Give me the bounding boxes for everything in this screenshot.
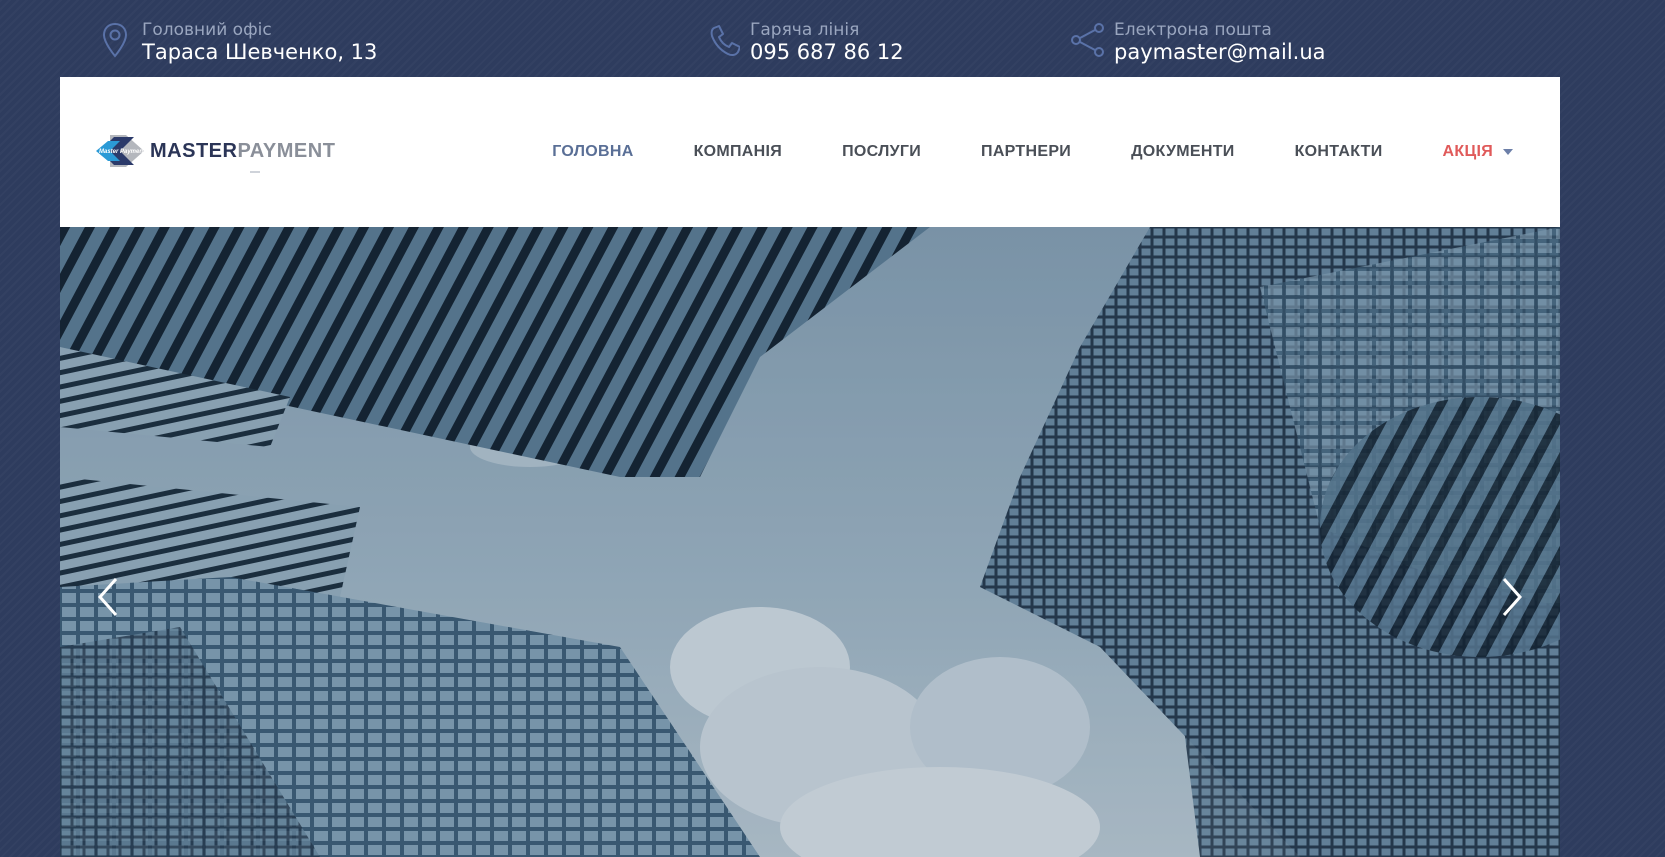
hero-slider xyxy=(60,227,1560,857)
logo[interactable]: Master Payment MASTERPAYMENT xyxy=(96,131,335,171)
phone-label: Гаряча лінія xyxy=(750,20,860,40)
office-address: Тараса Шевченко, 13 xyxy=(142,40,378,64)
logo-badge-text: Master Payment xyxy=(99,149,146,155)
logo-underline xyxy=(250,171,260,173)
email-info: Електрона пошта paymaster@mail.ua xyxy=(1070,20,1326,64)
chevron-left-icon[interactable] xyxy=(94,575,124,619)
nav-item-company[interactable]: КОМПАНІЯ xyxy=(694,143,783,161)
nav-item-promo[interactable]: АКЦІЯ xyxy=(1443,143,1513,161)
email-address[interactable]: paymaster@mail.ua xyxy=(1114,40,1326,64)
logo-word-payment: PAYMENT xyxy=(237,139,336,162)
chevron-right-icon[interactable] xyxy=(1496,575,1526,619)
office-info: Головний офіс Тараса Шевченко, 13 xyxy=(98,20,377,64)
map-pin-icon xyxy=(102,22,128,58)
nav-item-contacts[interactable]: КОНТАКТИ xyxy=(1295,143,1383,161)
top-info-bar: Головний офіс Тараса Шевченко, 13 Гаряча… xyxy=(0,0,1665,77)
hero-image xyxy=(60,227,1560,857)
nav-item-documents[interactable]: ДОКУМЕНТИ xyxy=(1131,143,1235,161)
phone-info: Гаряча лінія 095 687 86 12 xyxy=(706,20,904,64)
phone-number[interactable]: 095 687 86 12 xyxy=(750,40,904,64)
logo-word-master: MASTER xyxy=(150,139,238,162)
caret-down-icon xyxy=(1503,149,1513,155)
logo-wordmark: MASTERPAYMENT xyxy=(150,140,335,163)
logo-mark-icon: Master Payment xyxy=(96,135,146,167)
phone-icon xyxy=(710,25,740,57)
main-nav: ГОЛОВНА КОМПАНІЯ ПОСЛУГИ ПАРТНЕРИ ДОКУМЕ… xyxy=(552,77,1560,227)
email-label: Електрона пошта xyxy=(1114,20,1272,40)
share-icon xyxy=(1071,23,1104,57)
nav-item-services[interactable]: ПОСЛУГИ xyxy=(842,143,921,161)
nav-item-promo-label: АКЦІЯ xyxy=(1442,143,1493,160)
nav-item-home[interactable]: ГОЛОВНА xyxy=(552,143,633,161)
nav-item-partners[interactable]: ПАРТНЕРИ xyxy=(981,143,1071,161)
site-header: Master Payment MASTERPAYMENT ГОЛОВНА КОМ… xyxy=(60,77,1560,227)
office-label: Головний офіс xyxy=(142,20,272,40)
